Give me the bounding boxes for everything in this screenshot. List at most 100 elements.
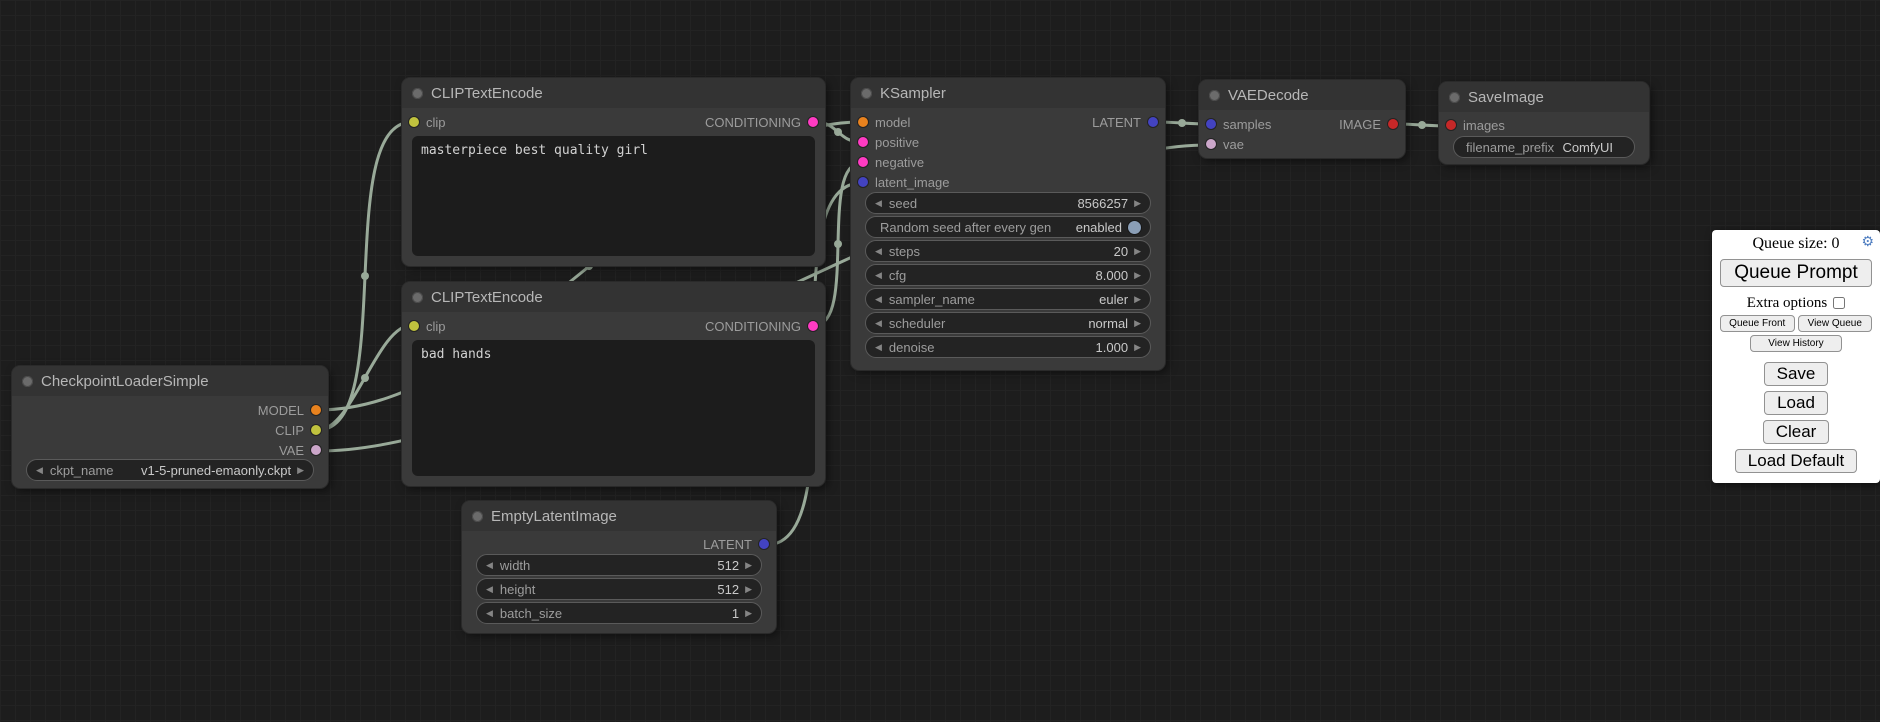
left-arrow-icon[interactable] — [36, 466, 43, 475]
negative-input-dot[interactable] — [858, 157, 868, 167]
left-arrow-icon[interactable] — [875, 295, 882, 304]
left-arrow-icon[interactable] — [875, 271, 882, 280]
node-collapse-dot[interactable] — [1209, 90, 1220, 101]
clip-text-encode-negative-node[interactable]: CLIPTextEncode clip CONDITIONING bad han… — [402, 282, 825, 486]
left-arrow-icon[interactable] — [486, 585, 493, 594]
sampler-name-widget[interactable]: sampler_name euler — [865, 288, 1151, 310]
node-title-bar[interactable]: KSampler — [851, 78, 1165, 108]
checkpoint-loader-node[interactable]: CheckpointLoaderSimple MODEL CLIP VAE ck… — [12, 366, 328, 488]
gear-icon[interactable] — [1861, 235, 1874, 251]
node-title-bar[interactable]: EmptyLatentImage — [462, 501, 776, 531]
negative-prompt-textarea[interactable]: bad hands — [412, 340, 815, 476]
width-widget[interactable]: width 512 — [476, 554, 762, 576]
vae-decode-node[interactable]: VAEDecode samples vae IMAGE — [1199, 80, 1405, 158]
node-collapse-dot[interactable] — [472, 511, 483, 522]
clip-input-dot[interactable] — [409, 321, 419, 331]
random-seed-toggle-widget[interactable]: Random seed after every gen enabled — [865, 216, 1151, 238]
right-arrow-icon[interactable] — [1134, 271, 1141, 280]
filename-prefix-widget[interactable]: filename_prefix ComfyUI — [1453, 136, 1635, 158]
node-title-bar[interactable]: SaveImage — [1439, 82, 1649, 112]
widget-label: steps — [889, 244, 920, 259]
widget-value: 8.000 — [1096, 268, 1129, 283]
conditioning-output-dot[interactable] — [808, 321, 818, 331]
latent-output-dot[interactable] — [1148, 117, 1158, 127]
node-title-bar[interactable]: CheckpointLoaderSimple — [12, 366, 328, 396]
positive-input-dot[interactable] — [858, 137, 868, 147]
node-collapse-dot[interactable] — [412, 292, 423, 303]
node-title-bar[interactable]: CLIPTextEncode — [402, 78, 825, 108]
right-arrow-icon[interactable] — [1134, 295, 1141, 304]
widget-value: v1-5-pruned-emaonly.ckpt — [141, 463, 291, 478]
output-slot-latent: LATENT — [703, 534, 776, 554]
latent-image-input-dot[interactable] — [858, 177, 868, 187]
height-widget[interactable]: height 512 — [476, 578, 762, 600]
batch-size-widget[interactable]: batch_size 1 — [476, 602, 762, 624]
load-button[interactable]: Load — [1764, 391, 1828, 415]
latent-output-dot[interactable] — [759, 539, 769, 549]
save-button[interactable]: Save — [1764, 362, 1829, 386]
left-arrow-icon[interactable] — [486, 609, 493, 618]
queue-prompt-button[interactable]: Queue Prompt — [1720, 259, 1872, 287]
left-arrow-icon[interactable] — [875, 247, 882, 256]
ckpt-name-widget[interactable]: ckpt_name v1-5-pruned-emaonly.ckpt — [26, 459, 314, 481]
left-arrow-icon[interactable] — [875, 319, 882, 328]
steps-widget[interactable]: steps 20 — [865, 240, 1151, 262]
right-arrow-icon[interactable] — [297, 466, 304, 475]
widget-label: sampler_name — [889, 292, 975, 307]
scheduler-widget[interactable]: scheduler normal — [865, 312, 1151, 334]
samples-input-dot[interactable] — [1206, 119, 1216, 129]
node-collapse-dot[interactable] — [412, 88, 423, 99]
output-label-conditioning: CONDITIONING — [705, 319, 801, 334]
output-label-latent: LATENT — [703, 537, 752, 552]
clip-output-dot[interactable] — [311, 425, 321, 435]
input-label-clip: clip — [426, 319, 446, 334]
vae-input-dot[interactable] — [1206, 139, 1216, 149]
output-slot-model: MODEL — [258, 400, 328, 420]
node-title: CLIPTextEncode — [431, 85, 543, 102]
widget-label: cfg — [889, 268, 906, 283]
right-arrow-icon[interactable] — [1134, 199, 1141, 208]
model-output-dot[interactable] — [311, 405, 321, 415]
denoise-widget[interactable]: denoise 1.000 — [865, 336, 1151, 358]
graph-canvas[interactable]: CheckpointLoaderSimple MODEL CLIP VAE ck… — [0, 0, 1880, 722]
right-arrow-icon[interactable] — [745, 609, 752, 618]
wire-clip-to-positive-encode — [318, 122, 412, 430]
node-collapse-dot[interactable] — [1449, 92, 1460, 103]
widget-value: 8566257 — [1077, 196, 1128, 211]
right-arrow-icon[interactable] — [1134, 343, 1141, 352]
input-label-latent-image: latent_image — [875, 175, 949, 190]
positive-prompt-textarea[interactable]: masterpiece best quality girl — [412, 136, 815, 256]
node-title-bar[interactable]: CLIPTextEncode — [402, 282, 825, 312]
right-arrow-icon[interactable] — [1134, 247, 1141, 256]
seed-widget[interactable]: seed 8566257 — [865, 192, 1151, 214]
conditioning-output-dot[interactable] — [808, 117, 818, 127]
load-default-button[interactable]: Load Default — [1735, 449, 1857, 473]
clear-button[interactable]: Clear — [1763, 420, 1830, 444]
extra-options-checkbox[interactable] — [1833, 297, 1845, 309]
vae-output-dot[interactable] — [311, 445, 321, 455]
images-input-dot[interactable] — [1446, 120, 1456, 130]
left-arrow-icon[interactable] — [875, 343, 882, 352]
right-arrow-icon[interactable] — [745, 561, 752, 570]
left-arrow-icon[interactable] — [486, 561, 493, 570]
queue-front-button[interactable]: Queue Front — [1720, 315, 1795, 332]
cfg-widget[interactable]: cfg 8.000 — [865, 264, 1151, 286]
empty-latent-image-node[interactable]: EmptyLatentImage LATENT width 512 height… — [462, 501, 776, 633]
node-title-bar[interactable]: VAEDecode — [1199, 80, 1405, 110]
node-collapse-dot[interactable] — [861, 88, 872, 99]
toggle-knob-icon[interactable] — [1128, 221, 1141, 234]
clip-input-dot[interactable] — [409, 117, 419, 127]
right-arrow-icon[interactable] — [1134, 319, 1141, 328]
model-input-dot[interactable] — [858, 117, 868, 127]
view-history-button[interactable]: View History — [1750, 335, 1841, 352]
image-output-dot[interactable] — [1388, 119, 1398, 129]
clip-text-encode-positive-node[interactable]: CLIPTextEncode clip CONDITIONING masterp… — [402, 78, 825, 266]
left-arrow-icon[interactable] — [875, 199, 882, 208]
save-image-node[interactable]: SaveImage images filename_prefix ComfyUI — [1439, 82, 1649, 164]
output-label-model: MODEL — [258, 403, 304, 418]
ksampler-node[interactable]: KSampler model positive negative latent_… — [851, 78, 1165, 370]
view-queue-button[interactable]: View Queue — [1798, 315, 1873, 332]
right-arrow-icon[interactable] — [745, 585, 752, 594]
node-collapse-dot[interactable] — [22, 376, 33, 387]
input-label-model: model — [875, 115, 910, 130]
